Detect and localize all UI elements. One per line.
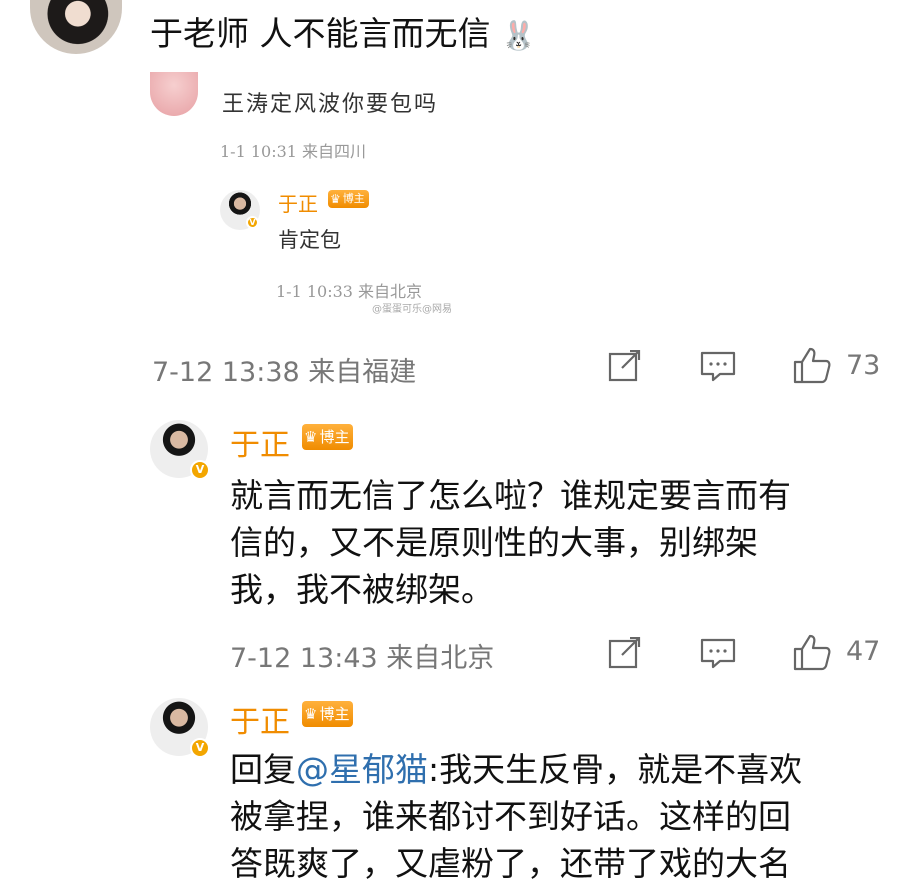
quoted-reply-meta: 1-1 10:33 来自北京 [276, 282, 423, 301]
comment-icon[interactable] [700, 350, 736, 382]
quoted-comment-meta: 1-1 10:31 来自四川 [220, 142, 367, 161]
reply2-badge: ♛ 博主 [302, 701, 354, 727]
thumbs-up-icon[interactable] [792, 633, 832, 671]
reply1-like-count: 47 [846, 636, 881, 667]
top-comment-text: 于老师 人不能言而无信 [150, 14, 491, 53]
badge-label: 博主 [342, 192, 365, 205]
share-icon[interactable] [608, 637, 642, 669]
badge-label: 博主 [319, 428, 350, 446]
reply1-line3: 我，我不被绑架。 [230, 570, 494, 609]
reply2-line3: 答既爽了，又虐粉了，还带了戏的大名 [230, 844, 791, 883]
verified-v-icon: V [190, 460, 210, 480]
verified-v-icon: V [190, 738, 210, 758]
quoted-watermark: @蛋蛋可乐@网易 [372, 304, 452, 315]
reply2-text: 回复@星郁猫:我天生反骨，就是不喜欢 被拿捏，谁来都讨不到好话。这样的回 答既爽… [230, 746, 802, 887]
quoted-comment-text: 王涛定风波你要包吗 [222, 92, 439, 117]
reply1-line2: 信的，又不是原则性的大事，别绑架 [230, 523, 758, 562]
reply2-prefix: 回复 [230, 750, 296, 789]
reply2-line1-rest: :我天生反骨，就是不喜欢 [428, 750, 803, 789]
quoted-reply-text: 肯定包 [278, 228, 341, 252]
quoted-screenshot: 王涛定风波你要包吗 1-1 10:31 来自四川 V 于正 ♛ 博主 肯定包 1… [150, 72, 490, 322]
reply2-line1: 回复@星郁猫:我天生反骨，就是不喜欢 [230, 746, 802, 793]
reply2-line2: 被拿捏，谁来都讨不到好话。这样的回 [230, 797, 791, 836]
reply1-badge: ♛ 博主 [302, 424, 354, 450]
top-comment-like-count: 73 [846, 350, 881, 381]
quoted-reply-author: 于正 [278, 192, 318, 216]
share-icon[interactable] [608, 350, 642, 382]
crown-icon: ♛ [304, 705, 318, 723]
reply1-author[interactable]: 于正 [230, 420, 290, 464]
quoted-reply-badge: ♛ 博主 [328, 190, 369, 208]
avatar-top-commenter[interactable] [30, 0, 122, 54]
bunny-emoji-icon: 🐰 [501, 19, 536, 52]
reply2-author[interactable]: 于正 [230, 697, 290, 741]
top-comment-meta: 7-12 13:38 来自福建 [152, 357, 417, 388]
badge-label: 博主 [319, 705, 350, 723]
mention-link[interactable]: @星郁猫 [296, 750, 428, 789]
quoted-avatar [150, 72, 198, 116]
reply1-line1: 就言而无信了怎么啦？谁规定要言而有 [230, 476, 791, 515]
reply1-meta: 7-12 13:43 来自北京 [230, 643, 495, 674]
crown-icon: ♛ [304, 428, 318, 446]
comment-icon[interactable] [700, 637, 736, 669]
top-comment-text-row: 于老师 人不能言而无信 🐰 [150, 14, 536, 56]
crown-icon: ♛ [330, 192, 341, 206]
thumbs-up-icon[interactable] [792, 346, 832, 384]
verified-v-icon: V [246, 216, 259, 229]
reply1-text: 就言而无信了怎么啦？谁规定要言而有 信的，又不是原则性的大事，别绑架 我，我不被… [230, 472, 791, 613]
